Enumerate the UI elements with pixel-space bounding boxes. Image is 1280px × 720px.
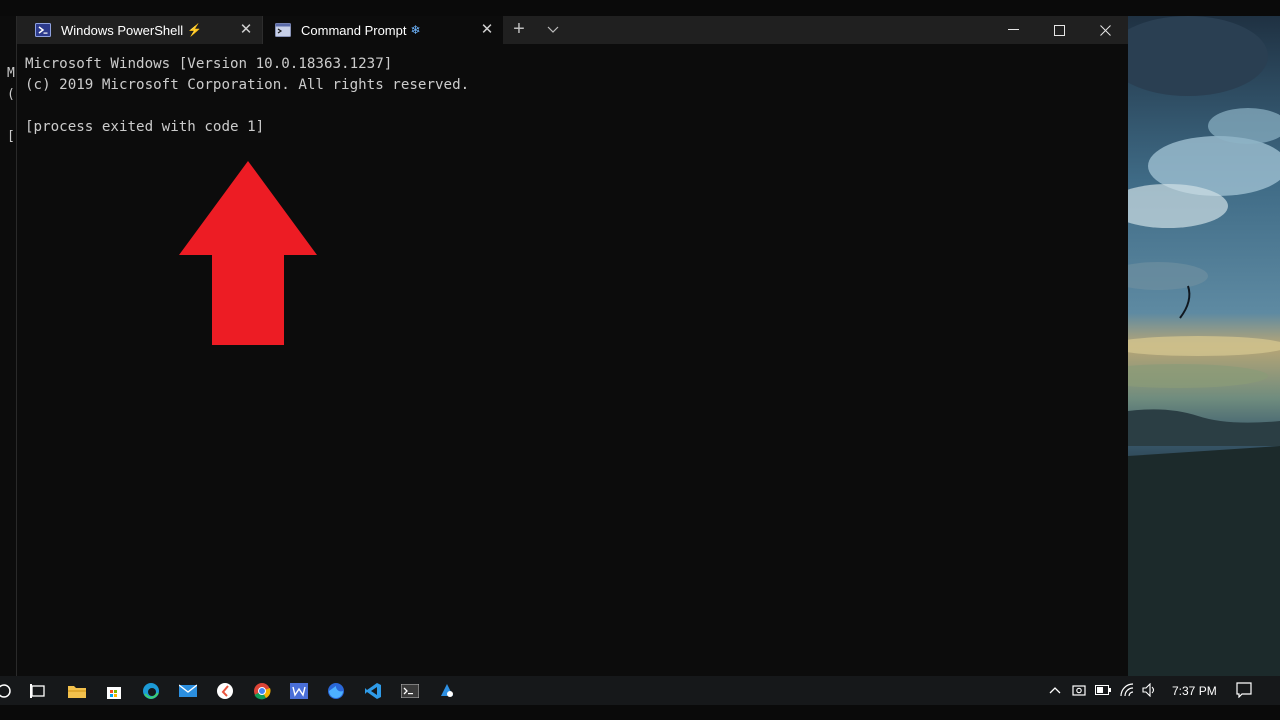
background-line: [ xyxy=(7,129,15,144)
store-icon[interactable] xyxy=(104,681,124,701)
app-icon[interactable] xyxy=(215,681,235,701)
console-output[interactable]: Microsoft Windows [Version 10.0.18363.12… xyxy=(25,54,469,138)
desktop-wallpaper xyxy=(1128,16,1280,676)
background-line: M xyxy=(7,66,15,81)
close-tab-button[interactable]: ✕ xyxy=(479,22,495,38)
screen: M ( [Windows PowerShell ⚡ ✕ Command Pro… xyxy=(0,0,1280,720)
maximize-button[interactable] xyxy=(1036,16,1082,44)
task-view-icon[interactable] xyxy=(28,681,48,701)
word-icon[interactable] xyxy=(289,681,309,701)
windows-terminal-window[interactable]: Windows PowerShell ⚡ ✕ Command Prompt ❄ … xyxy=(17,16,1128,676)
battery-icon[interactable] xyxy=(1095,682,1111,698)
settings-icon[interactable] xyxy=(437,681,457,701)
tab-title: Windows PowerShell xyxy=(61,22,184,38)
command-prompt-icon xyxy=(275,22,291,38)
vscode-icon[interactable] xyxy=(363,681,383,701)
taskbar: 7:37 PM xyxy=(0,676,1280,705)
console-line: Microsoft Windows [Version 10.0.18363.12… xyxy=(25,56,393,72)
red-up-arrow-icon xyxy=(179,161,317,345)
snowflake-icon: ❄ xyxy=(410,23,421,37)
terminal-icon[interactable] xyxy=(400,681,420,701)
tab-title: Command Prompt xyxy=(301,22,407,38)
mail-icon[interactable] xyxy=(178,681,198,701)
volume-icon[interactable] xyxy=(1142,682,1158,698)
top-letterbox xyxy=(0,0,1280,16)
chrome-icon[interactable] xyxy=(252,681,272,701)
tab-command-prompt[interactable]: Command Prompt ❄ ✕ xyxy=(263,16,503,44)
chevron-up-icon[interactable] xyxy=(1047,682,1063,698)
background-terminal-window[interactable]: M ( [ xyxy=(0,16,17,676)
minimize-button[interactable] xyxy=(990,16,1036,44)
wifi-icon[interactable] xyxy=(1120,682,1136,698)
clock[interactable]: 7:37 PM xyxy=(1172,684,1217,698)
powershell-icon xyxy=(35,22,51,38)
console-line: (c) 2019 Microsoft Corporation. All righ… xyxy=(25,77,470,93)
firefox-icon[interactable] xyxy=(326,681,346,701)
bottom-letterbox xyxy=(0,705,1280,720)
edge-icon[interactable] xyxy=(141,681,161,701)
title-bar[interactable]: Windows PowerShell ⚡ ✕ Command Prompt ❄ … xyxy=(17,16,1128,44)
wallpaper-landscape xyxy=(1128,16,1280,676)
file-explorer-icon[interactable] xyxy=(67,681,87,701)
new-tab-button[interactable]: + xyxy=(507,18,531,42)
close-window-button[interactable] xyxy=(1082,16,1128,44)
camera-icon[interactable] xyxy=(1071,682,1087,698)
console-line: [process exited with code 1] xyxy=(25,119,265,135)
close-tab-button[interactable]: ✕ xyxy=(238,22,254,38)
tab-windows-powershell[interactable]: Windows PowerShell ⚡ ✕ xyxy=(17,16,263,44)
action-center-icon[interactable] xyxy=(1236,682,1252,698)
lightning-icon: ⚡ xyxy=(187,23,203,37)
background-line: ( xyxy=(7,87,15,102)
chevron-down-icon[interactable] xyxy=(541,18,565,42)
console-line: ​ xyxy=(25,96,469,117)
search-icon[interactable] xyxy=(0,681,14,701)
